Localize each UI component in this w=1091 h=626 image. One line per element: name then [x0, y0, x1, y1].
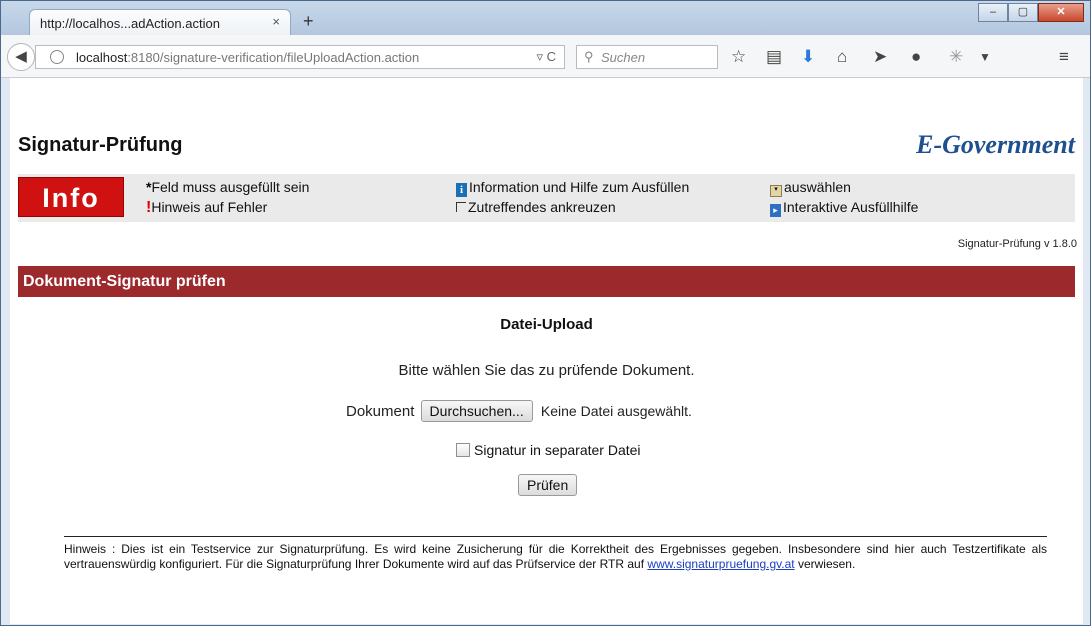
info-icon: i: [456, 183, 467, 197]
instruction-text: Bitte wählen Sie das zu prüfende Dokumen…: [398, 362, 695, 379]
legend-check: Zutreffendes ankreuzen: [456, 199, 616, 215]
section-header: Dokument-Signatur prüfen: [18, 266, 1075, 297]
browse-button[interactable]: Durchsuchen...: [420, 400, 533, 422]
legend-interactive: ▸ Interaktive Ausfüllhilfe: [770, 199, 918, 217]
legend-select: ▾ auswählen: [770, 179, 851, 197]
e-government-logo: E-Government: [916, 130, 1075, 159]
legend-required: *Feld muss ausgefüllt sein: [146, 179, 310, 195]
site-title: Signatur-Prüfung: [18, 134, 183, 156]
check-button[interactable]: Prüfen: [518, 474, 578, 496]
signaturpruefung-link[interactable]: www.signaturpruefung.gv.at: [647, 557, 794, 571]
browser-window: http://localhos...adAction.action × + – …: [0, 0, 1091, 626]
separate-signature-row: Signatur in separater Datei: [456, 442, 641, 458]
separate-signature-label[interactable]: Signatur in separater Datei: [474, 442, 641, 458]
info-badge: Info: [18, 177, 124, 217]
legend-bar: Info *Feld muss ausgefüllt sein !Hinweis…: [18, 174, 1075, 222]
document-label: Dokument: [346, 403, 415, 420]
legend-info-help: i Information und Hilfe zum Ausfüllen: [456, 179, 689, 197]
interactive-help-icon: ▸: [770, 204, 781, 217]
dropdown-icon: ▾: [770, 185, 782, 197]
checkbox-icon: [456, 202, 466, 212]
upload-title: Datei-Upload: [500, 316, 593, 333]
separate-signature-checkbox[interactable]: [456, 443, 470, 457]
divider: [64, 536, 1047, 537]
version-label: Signatur-Prüfung v 1.8.0: [957, 238, 1077, 250]
document-row: Dokument Durchsuchen... Keine Datei ausg…: [346, 400, 692, 422]
page-canvas: Signatur-Prüfung E-Government Info *Feld…: [10, 78, 1083, 624]
legend-error: !Hinweis auf Fehler: [146, 199, 268, 216]
no-file-text: Keine Datei ausgewählt.: [540, 403, 692, 419]
page-content: Signatur-Prüfung E-Government Info *Feld…: [1, 1, 1090, 625]
notice-text: Hinweis : Dies ist ein Testservice zur S…: [64, 542, 1047, 571]
